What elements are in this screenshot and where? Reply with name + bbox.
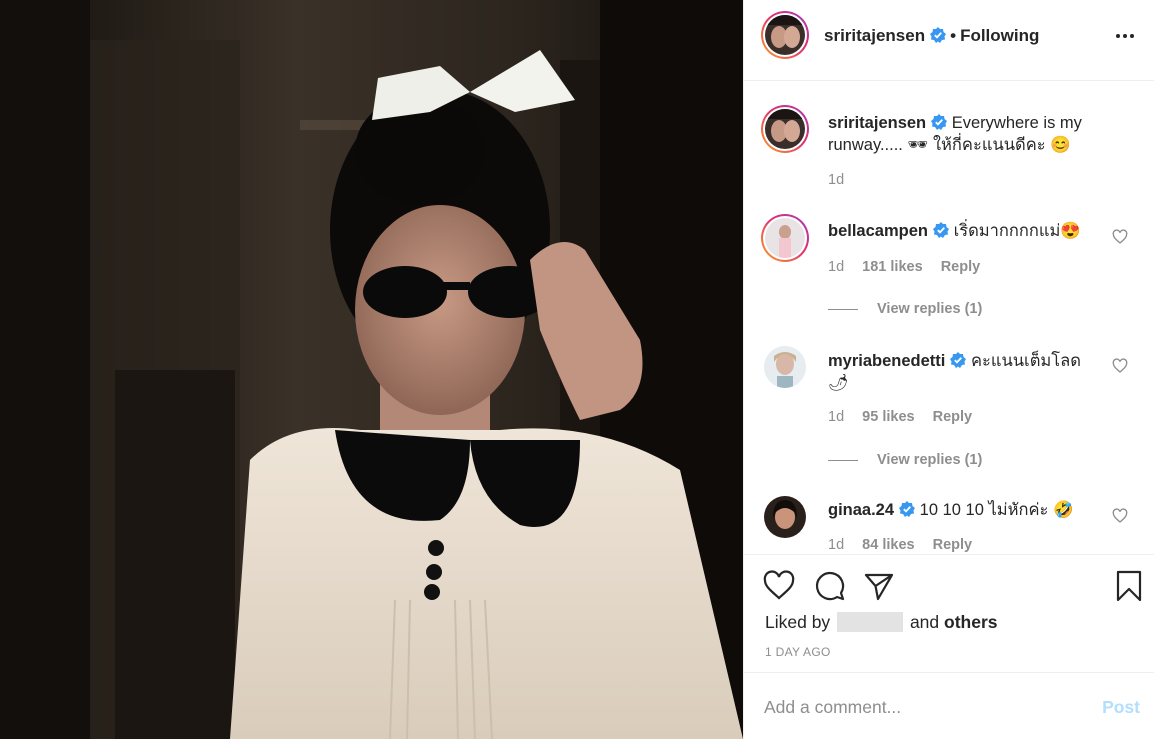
verified-badge-icon — [930, 27, 947, 43]
comment-likes[interactable]: 181 likes — [862, 259, 922, 275]
reply-button[interactable]: Reply — [941, 259, 981, 275]
comment-body: 10 10 10 ไม่หักค่ะ 🤣 — [919, 501, 1074, 519]
comment-age[interactable]: 1d — [828, 259, 844, 275]
following-button[interactable]: Following — [960, 26, 1039, 45]
liked-by-middle: and — [909, 612, 940, 632]
comment-username[interactable]: bellacampen — [828, 222, 928, 240]
commenter-avatar[interactable] — [764, 496, 806, 538]
comment-meta: 1d 84 likes Reply — [828, 537, 986, 553]
author-username[interactable]: sriritajensen — [824, 26, 925, 45]
liked-by-others-link[interactable]: others — [944, 612, 997, 632]
author-avatar-story-ring[interactable] — [761, 11, 809, 59]
reply-button[interactable]: Reply — [933, 409, 973, 425]
verified-badge-icon — [950, 352, 967, 368]
comment-username[interactable]: myriabenedetti — [828, 352, 945, 370]
verified-badge-icon — [931, 114, 948, 130]
caption-meta: 1d — [828, 172, 858, 188]
header-user-line: sriritajensen • Following — [824, 26, 1039, 46]
add-comment-input[interactable] — [764, 693, 1084, 721]
commenter-avatar-story-ring[interactable] — [761, 214, 809, 262]
liked-by-user-redacted[interactable] — [837, 612, 904, 632]
caption-age[interactable]: 1d — [828, 172, 844, 188]
reply-button[interactable]: Reply — [933, 537, 973, 553]
comment-age[interactable]: 1d — [828, 409, 844, 425]
liked-by-line: Liked by and others — [765, 612, 998, 633]
post-side-panel: sriritajensen • Following sriritajensen Ev… — [743, 0, 1154, 739]
author-avatar — [765, 15, 805, 55]
comment-username[interactable]: ginaa.24 — [828, 501, 894, 519]
verified-badge-icon — [932, 222, 949, 238]
add-comment-bar: Post — [744, 672, 1154, 739]
view-replies-line — [828, 308, 858, 310]
comment-like-heart-icon[interactable] — [1112, 508, 1128, 524]
view-replies-button[interactable]: View replies (1) — [828, 452, 982, 468]
view-replies-button[interactable]: View replies (1) — [828, 301, 982, 317]
view-replies-line — [828, 459, 858, 461]
comment-body: เริ่ดมากกกกแม่😍 — [953, 222, 1081, 240]
verified-badge-icon — [899, 501, 916, 517]
comment-likes[interactable]: 95 likes — [862, 409, 914, 425]
caption-text: sriritajensen Everywhere is my runway...… — [828, 112, 1103, 156]
comment-text: myriabenedetti คะแนนเต็มโลด 🌶 — [828, 350, 1103, 394]
caption-username[interactable]: sriritajensen — [828, 114, 926, 132]
comment-like-heart-icon[interactable] — [1112, 229, 1128, 245]
post-actions: Liked by and others 1 DAY AGO — [744, 554, 1154, 671]
caption-avatar — [765, 109, 805, 149]
post-media[interactable] — [0, 0, 743, 739]
share-paper-plane-icon[interactable] — [863, 570, 895, 602]
post-timestamp[interactable]: 1 DAY AGO — [765, 645, 831, 659]
comments-list[interactable]: sriritajensen Everywhere is my runway...… — [744, 82, 1154, 554]
comment-likes[interactable]: 84 likes — [862, 537, 914, 553]
commenter-avatar[interactable] — [764, 346, 806, 388]
view-replies-label: View replies (1) — [877, 301, 983, 317]
post-photo — [0, 0, 743, 739]
comment-bubble-icon[interactable] — [814, 570, 846, 602]
post-comment-button[interactable]: Post — [1102, 697, 1140, 718]
comment-text: bellacampen เริ่ดมากกกกแม่😍 — [828, 220, 1103, 242]
like-heart-icon[interactable] — [763, 570, 795, 602]
post-header: sriritajensen • Following — [744, 0, 1154, 81]
caption-avatar-story-ring[interactable] — [761, 105, 809, 153]
view-replies-label: View replies (1) — [877, 452, 983, 468]
commenter-avatar — [765, 218, 805, 258]
comment-meta: 1d 95 likes Reply — [828, 409, 986, 425]
comment-age[interactable]: 1d — [828, 537, 844, 553]
liked-by-prefix: Liked by — [765, 612, 831, 632]
comment-like-heart-icon[interactable] — [1112, 358, 1128, 374]
save-bookmark-icon[interactable] — [1113, 570, 1145, 602]
more-options-icon[interactable] — [1113, 24, 1137, 48]
header-separator: • — [950, 26, 957, 45]
comment-text: ginaa.24 10 10 10 ไม่หักค่ะ 🤣 — [828, 499, 1103, 521]
comment-meta: 1d 181 likes Reply — [828, 259, 994, 275]
